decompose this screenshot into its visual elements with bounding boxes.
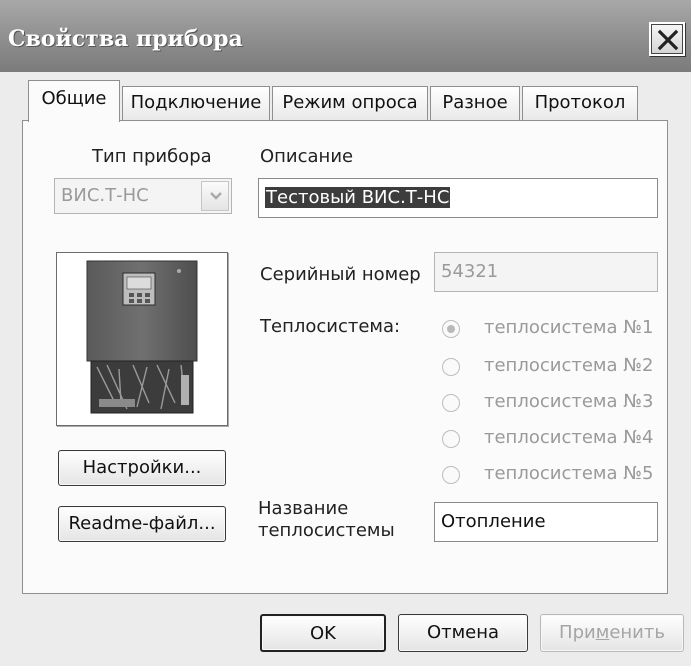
readme-button[interactable]: Readme-файл... <box>58 506 226 542</box>
system-name-value: Отопление <box>441 511 546 532</box>
heat-system-radio-4[interactable] <box>442 430 460 448</box>
heat-system-option-4: теплосистема №4 <box>484 427 654 448</box>
tab-connection[interactable]: Подключение <box>122 86 270 120</box>
window-title: Свойства прибора <box>8 26 243 52</box>
device-type-combo[interactable]: ВИС.Т-НС <box>54 178 232 214</box>
tab-label: Общие <box>41 88 107 109</box>
tab-label: Подключение <box>130 92 262 113</box>
serial-number-field[interactable]: 54321 <box>434 252 658 292</box>
apply-label-suffix: енить <box>609 622 665 643</box>
device-type-label: Тип прибора <box>92 146 212 167</box>
heat-system-label: Теплосистема: <box>260 316 401 337</box>
ok-button-label: OK <box>310 623 336 644</box>
chevron-down-icon <box>210 192 222 200</box>
device-type-value: ВИС.Т-НС <box>61 185 149 206</box>
combo-dropdown-button[interactable] <box>201 181 229 211</box>
system-name-label-line1: Название <box>258 498 349 519</box>
apply-button[interactable]: Применить <box>540 614 684 652</box>
device-properties-dialog: Свойства прибора Общие Подключение Режим… <box>0 0 691 666</box>
system-name-label: Название теплосистемы <box>258 498 395 542</box>
heat-system-option-2: теплосистема №2 <box>484 355 654 376</box>
heat-system-option-1: теплосистема №1 <box>484 317 654 338</box>
tab-label: Разное <box>442 92 508 113</box>
heat-system-radio-3[interactable] <box>442 394 460 412</box>
close-icon <box>657 29 679 51</box>
system-name-field[interactable]: Отопление <box>434 502 658 542</box>
tab-label: Режим опроса <box>282 92 418 113</box>
description-value: Тестовый ВИС.Т-НС <box>265 187 451 208</box>
device-image <box>86 260 198 414</box>
tab-misc[interactable]: Разное <box>430 86 520 120</box>
apply-label-prefix: При <box>559 622 596 643</box>
cancel-button[interactable]: Отмена <box>398 614 528 652</box>
tab-polling-mode[interactable]: Режим опроса <box>272 86 428 120</box>
heat-system-radio-2[interactable] <box>442 358 460 376</box>
title-bar[interactable]: Свойства прибора <box>0 0 691 72</box>
heat-system-option-3: теплосистема №3 <box>484 391 654 412</box>
heat-system-radio-5[interactable] <box>442 466 460 484</box>
description-label: Описание <box>260 146 354 167</box>
description-field[interactable]: Тестовый ВИС.Т-НС <box>258 178 658 218</box>
settings-button[interactable]: Настройки... <box>58 450 226 486</box>
serial-number-label: Серийный номер <box>260 264 421 285</box>
apply-label-mnemonic: м <box>595 622 610 643</box>
tab-general[interactable]: Общие <box>28 80 120 122</box>
cancel-button-label: Отмена <box>426 622 500 643</box>
tab-protocol[interactable]: Протокол <box>522 86 638 120</box>
settings-button-label: Настройки... <box>82 457 202 478</box>
radio-dot <box>447 325 455 333</box>
heat-system-radio-1[interactable] <box>442 320 460 338</box>
readme-button-label: Readme-файл... <box>68 513 216 534</box>
ok-button[interactable]: OK <box>260 614 386 652</box>
close-button[interactable] <box>649 22 685 56</box>
tab-label: Протокол <box>534 92 626 113</box>
device-picture <box>56 252 228 426</box>
serial-number-value: 54321 <box>441 261 499 282</box>
system-name-label-line2: теплосистемы <box>258 520 395 541</box>
heat-system-option-5: теплосистема №5 <box>484 463 654 484</box>
